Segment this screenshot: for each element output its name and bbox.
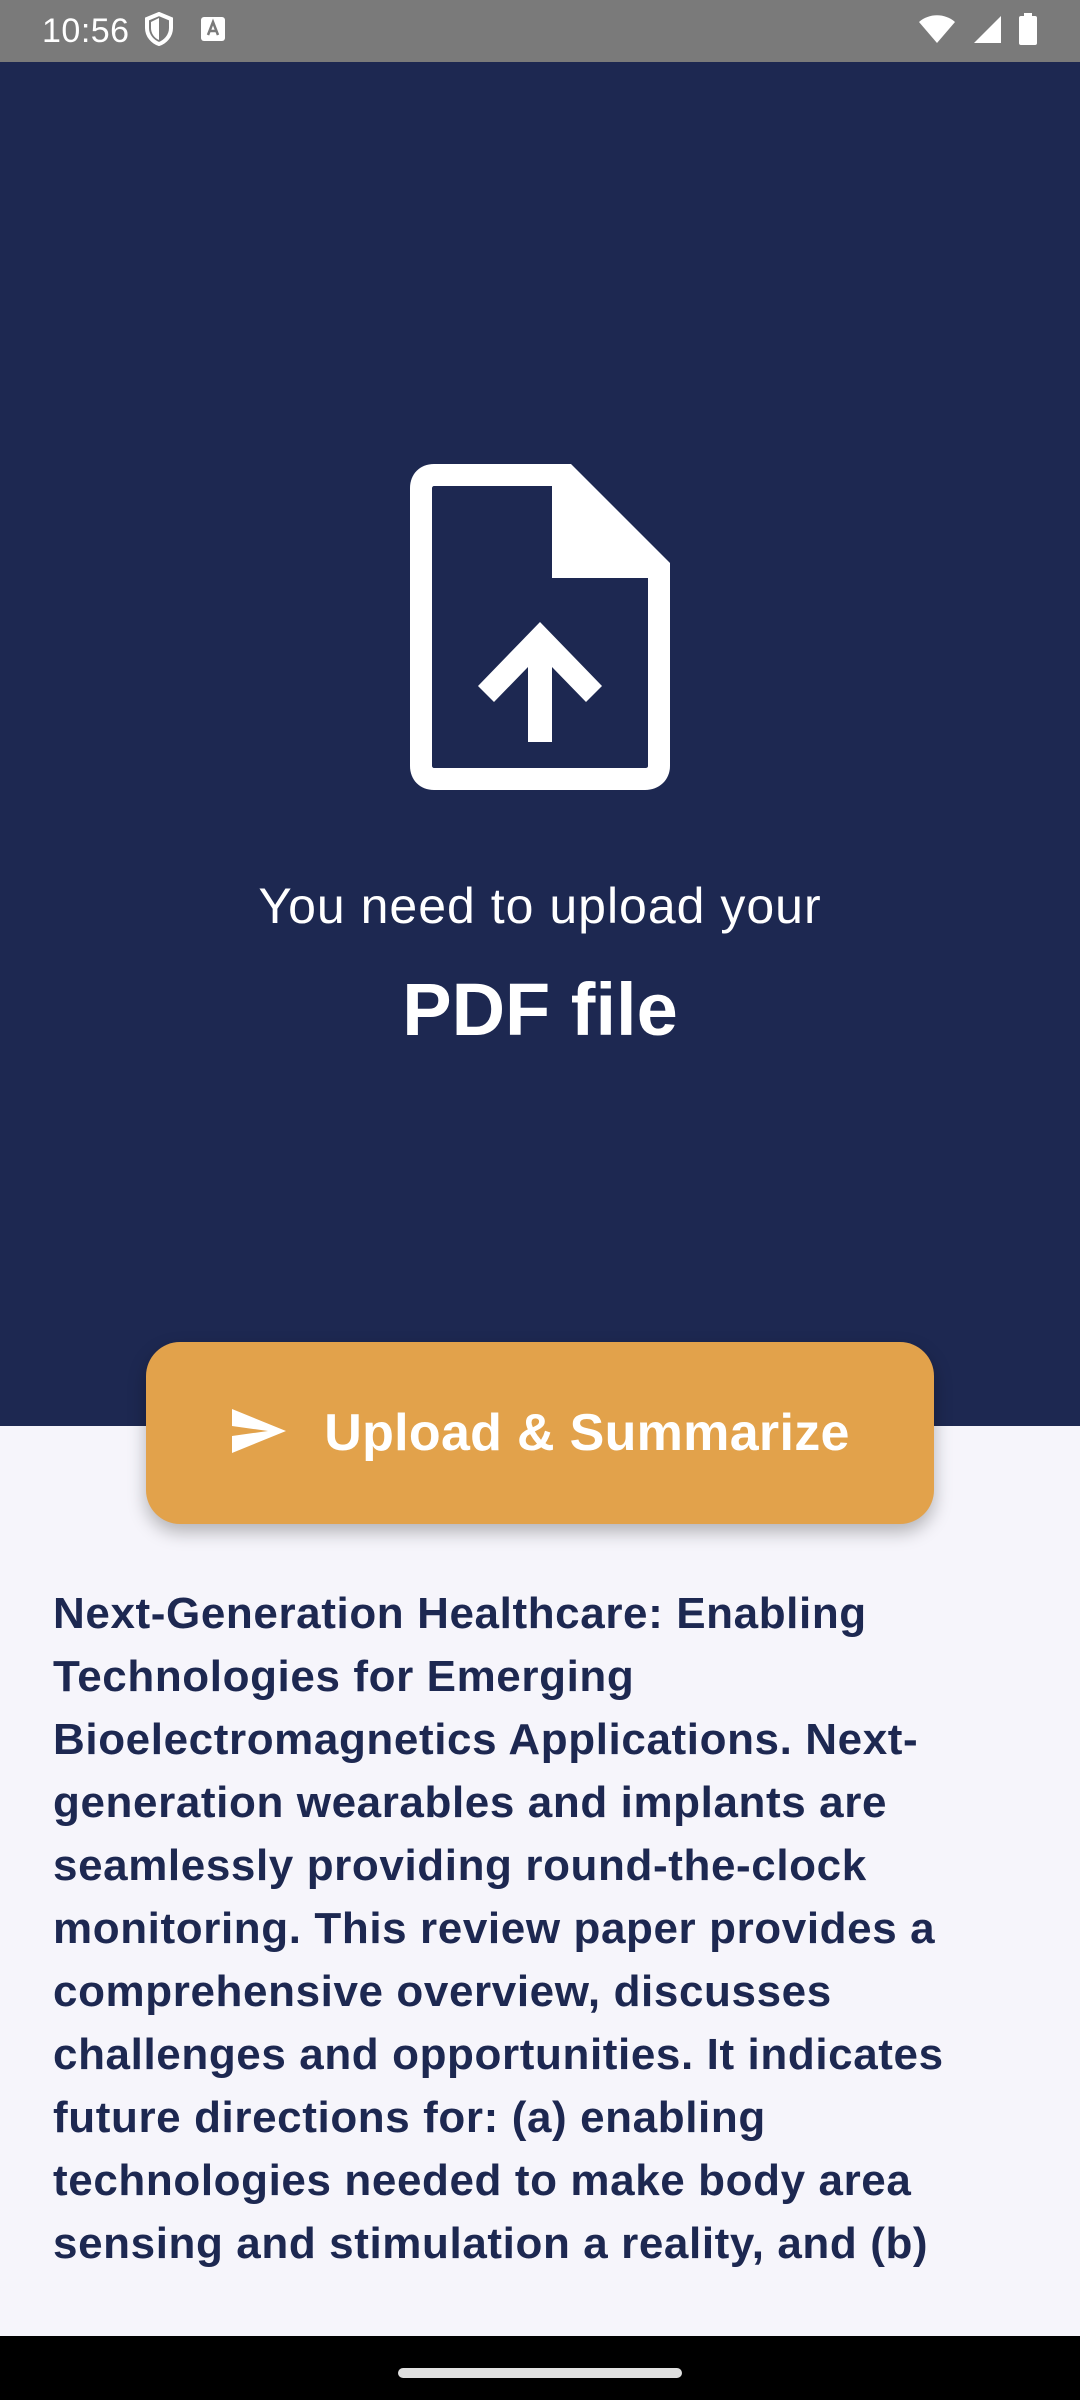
file-upload-icon[interactable] xyxy=(408,462,672,792)
status-right-icons xyxy=(918,12,1038,50)
pdf-file-title: PDF file xyxy=(402,968,678,1051)
wifi-icon xyxy=(918,14,956,49)
app-screen: 10:56 You need to upload your PDF file U… xyxy=(0,0,1080,2400)
battery-icon xyxy=(1018,12,1038,50)
upload-summarize-button[interactable]: Upload & Summarize xyxy=(146,1342,934,1524)
upload-summarize-label: Upload & Summarize xyxy=(324,1404,850,1462)
upload-prompt-text: You need to upload your xyxy=(258,878,822,934)
summary-text: Next-Generation Healthcare: Enabling Tec… xyxy=(53,1589,944,2268)
status-left-icons xyxy=(144,11,226,51)
hero-section: You need to upload your PDF file xyxy=(0,62,1080,1426)
home-indicator[interactable] xyxy=(398,2368,682,2378)
status-time: 10:56 xyxy=(42,11,130,50)
keyboard-a-icon xyxy=(200,16,226,47)
send-icon xyxy=(230,1407,288,1460)
cellular-signal-icon xyxy=(972,14,1002,49)
status-bar: 10:56 xyxy=(0,0,1080,62)
shield-icon xyxy=(144,11,174,51)
